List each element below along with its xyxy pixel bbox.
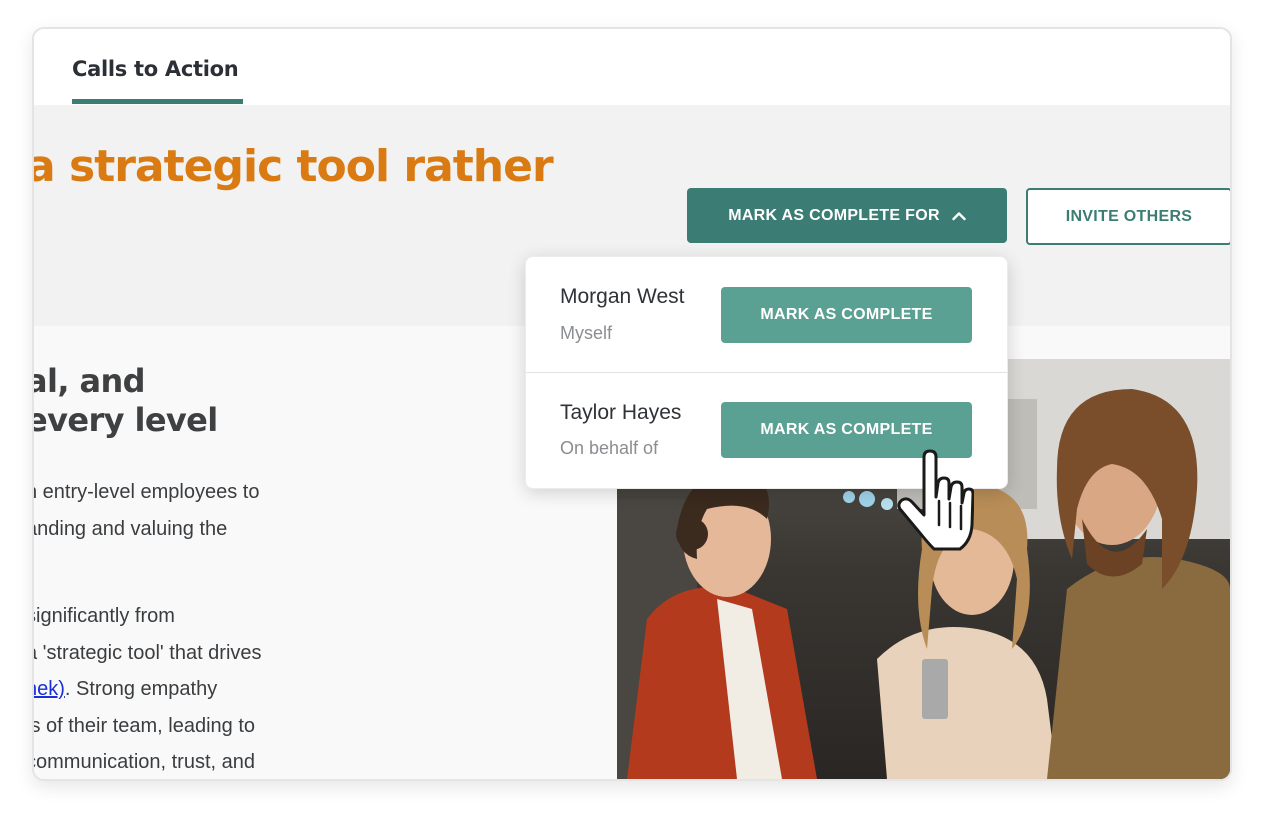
para2-line1: significantly from: [32, 605, 175, 627]
dropdown-item-self: Morgan West Myself MARK AS COMPLETE: [526, 257, 1007, 372]
mark-complete-for-label: MARK AS COMPLETE FOR: [728, 206, 940, 224]
para1-line1: n entry-level employees to: [32, 481, 260, 503]
assignee-name: Taylor Hayes: [560, 401, 682, 424]
body-paragraph-2: significantly from a 'strategic tool' th…: [32, 598, 262, 779]
assignee-relation: On behalf of: [560, 438, 659, 458]
hand-pointer-cursor-icon: [897, 449, 974, 551]
chevron-up-icon: [952, 211, 966, 220]
assignee-relation: Myself: [560, 323, 613, 343]
page-title: a strategic tool rather: [32, 141, 554, 192]
para2-line2: a 'strategic tool' that drives: [32, 641, 262, 664]
para2-line5: communication, trust, and: [32, 751, 255, 773]
para2-line3: nek). Strong empathy: [34, 671, 262, 708]
section-heading-line1: al, and: [32, 362, 146, 400]
invite-others-button[interactable]: INVITE OTHERS: [1026, 188, 1230, 245]
cta-card: Calls to Action a strategic tool rather …: [32, 27, 1232, 781]
body-paragraph-1: n entry-level employees to anding and va…: [32, 474, 260, 547]
citation-link[interactable]: nek): [34, 678, 65, 700]
mark-complete-for-button[interactable]: MARK AS COMPLETE FOR: [687, 188, 1007, 243]
para2-line3-text: . Strong empathy: [64, 678, 218, 700]
active-tab-indicator: [72, 99, 243, 104]
para2-line4: ls of their team, leading to: [32, 714, 256, 737]
assignee-name: Morgan West: [560, 285, 685, 308]
tab-bar: Calls to Action: [34, 29, 1230, 105]
tab-calls-to-action[interactable]: Calls to Action: [72, 57, 239, 81]
mark-complete-button-self[interactable]: MARK AS COMPLETE: [721, 287, 972, 343]
section-heading-line2: every level: [32, 401, 218, 439]
para1-line2: anding and valuing the: [32, 517, 228, 540]
section-heading: al, and every level: [32, 362, 218, 440]
